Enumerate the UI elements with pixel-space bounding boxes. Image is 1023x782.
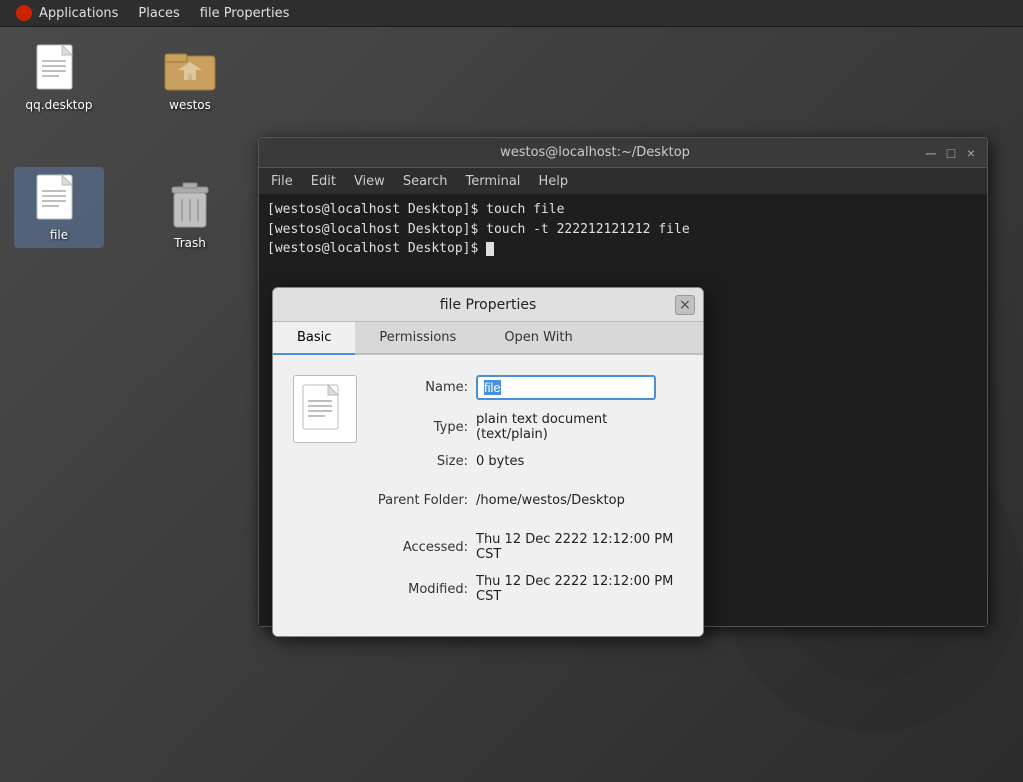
file-properties-dialog: file Properties × Basic Permissions Open… <box>272 287 704 637</box>
terminal-menu-edit[interactable]: Edit <box>303 172 344 191</box>
parent-folder-label: Parent Folder: <box>373 493 468 508</box>
accessed-field-row: Accessed: Thu 12 Dec 2222 12:12:00 PM CS… <box>373 532 683 562</box>
fileprop-label: file Properties <box>200 6 290 21</box>
tab-open-with[interactable]: Open With <box>480 322 596 355</box>
tab-basic[interactable]: Basic <box>273 322 355 355</box>
modified-field-row: Modified: Thu 12 Dec 2222 12:12:00 PM CS… <box>373 574 683 604</box>
tabs-container: Basic Permissions Open With <box>273 322 703 355</box>
name-label: Name: <box>373 380 468 395</box>
terminal-line-1: [westos@localhost Desktop]$ touch file <box>267 200 979 220</box>
tab-open-with-label: Open With <box>504 330 572 345</box>
name-input[interactable] <box>476 375 656 400</box>
gap2 <box>373 520 683 532</box>
modified-value: Thu 12 Dec 2222 12:12:00 PM CST <box>476 574 683 604</box>
terminal-menu-view[interactable]: View <box>346 172 393 191</box>
file-preview-icon <box>293 375 357 443</box>
top-menubar: Applications Places file Properties <box>0 0 1023 27</box>
tab-basic-label: Basic <box>297 330 331 345</box>
preview-file-svg <box>301 383 349 435</box>
westos-folder-svg <box>164 46 216 92</box>
modified-label: Modified: <box>373 582 468 597</box>
size-label: Size: <box>373 454 468 469</box>
desktop-icon-qq[interactable]: qq.desktop <box>14 37 104 118</box>
size-field-row: Size: 0 bytes <box>373 454 683 469</box>
desktop-icon-file[interactable]: file <box>14 167 104 248</box>
trash-icon-label: Trash <box>174 236 206 250</box>
terminal-minimize-button[interactable]: ─ <box>923 145 939 161</box>
app-logo <box>16 5 32 21</box>
type-label: Type: <box>373 420 468 435</box>
terminal-menu-search[interactable]: Search <box>395 172 456 191</box>
file-props-close-button[interactable]: × <box>675 295 695 315</box>
places-menu[interactable]: Places <box>128 4 189 23</box>
accessed-value: Thu 12 Dec 2222 12:12:00 PM CST <box>476 532 683 562</box>
terminal-window-buttons: ─ □ × <box>923 145 979 161</box>
terminal-line-3: [westos@localhost Desktop]$ <box>267 239 979 259</box>
file-details: Name: Type: plain text document (text/pl… <box>373 375 683 616</box>
parent-folder-field-row: Parent Folder: /home/westos/Desktop <box>373 493 683 508</box>
places-label: Places <box>138 6 179 21</box>
desktop-icon-trash[interactable]: Trash <box>145 175 235 256</box>
fileprop-menu[interactable]: file Properties <box>190 4 300 23</box>
parent-folder-value: /home/westos/Desktop <box>476 493 625 508</box>
westos-label: westos <box>169 98 211 112</box>
applications-menu[interactable]: Applications <box>6 3 128 23</box>
type-field-row: Type: plain text document (text/plain) <box>373 412 683 442</box>
file-svg <box>35 173 83 225</box>
qq-desktop-label: qq.desktop <box>26 98 93 112</box>
file-props-title: file Properties <box>440 297 537 313</box>
terminal-menu-terminal[interactable]: Terminal <box>457 172 528 191</box>
desktop: qq.desktop westos <box>0 27 1023 782</box>
tab-permissions[interactable]: Permissions <box>355 322 480 355</box>
applications-label: Applications <box>39 6 118 21</box>
gap1 <box>373 481 683 493</box>
terminal-title: westos@localhost:~/Desktop <box>267 145 923 160</box>
size-value: 0 bytes <box>476 454 524 469</box>
trash-icon-img <box>164 181 216 233</box>
desktop-icon-westos[interactable]: westos <box>145 37 235 118</box>
tab-permissions-label: Permissions <box>379 330 456 345</box>
terminal-maximize-button[interactable]: □ <box>943 145 959 161</box>
terminal-menu-file[interactable]: File <box>263 172 301 191</box>
terminal-line-2: [westos@localhost Desktop]$ touch -t 222… <box>267 220 979 240</box>
terminal-menubar: File Edit View Search Terminal Help <box>259 168 987 194</box>
terminal-cursor <box>486 242 494 256</box>
qq-file-svg <box>35 43 83 95</box>
terminal-close-button[interactable]: × <box>963 145 979 161</box>
type-value: plain text document (text/plain) <box>476 412 683 442</box>
basic-tab-content: Name: Type: plain text document (text/pl… <box>293 375 683 616</box>
file-icon-img <box>33 173 85 225</box>
close-icon: × <box>679 297 691 313</box>
tab-content: Name: Type: plain text document (text/pl… <box>273 355 703 636</box>
terminal-titlebar: westos@localhost:~/Desktop ─ □ × <box>259 138 987 168</box>
name-field-row: Name: <box>373 375 683 400</box>
westos-icon-img <box>164 43 216 95</box>
file-icon-label: file <box>50 228 68 242</box>
qq-desktop-icon-img <box>33 43 85 95</box>
file-props-titlebar: file Properties × <box>273 288 703 322</box>
trash-svg <box>168 181 212 233</box>
terminal-menu-help[interactable]: Help <box>530 172 576 191</box>
accessed-label: Accessed: <box>373 540 468 555</box>
